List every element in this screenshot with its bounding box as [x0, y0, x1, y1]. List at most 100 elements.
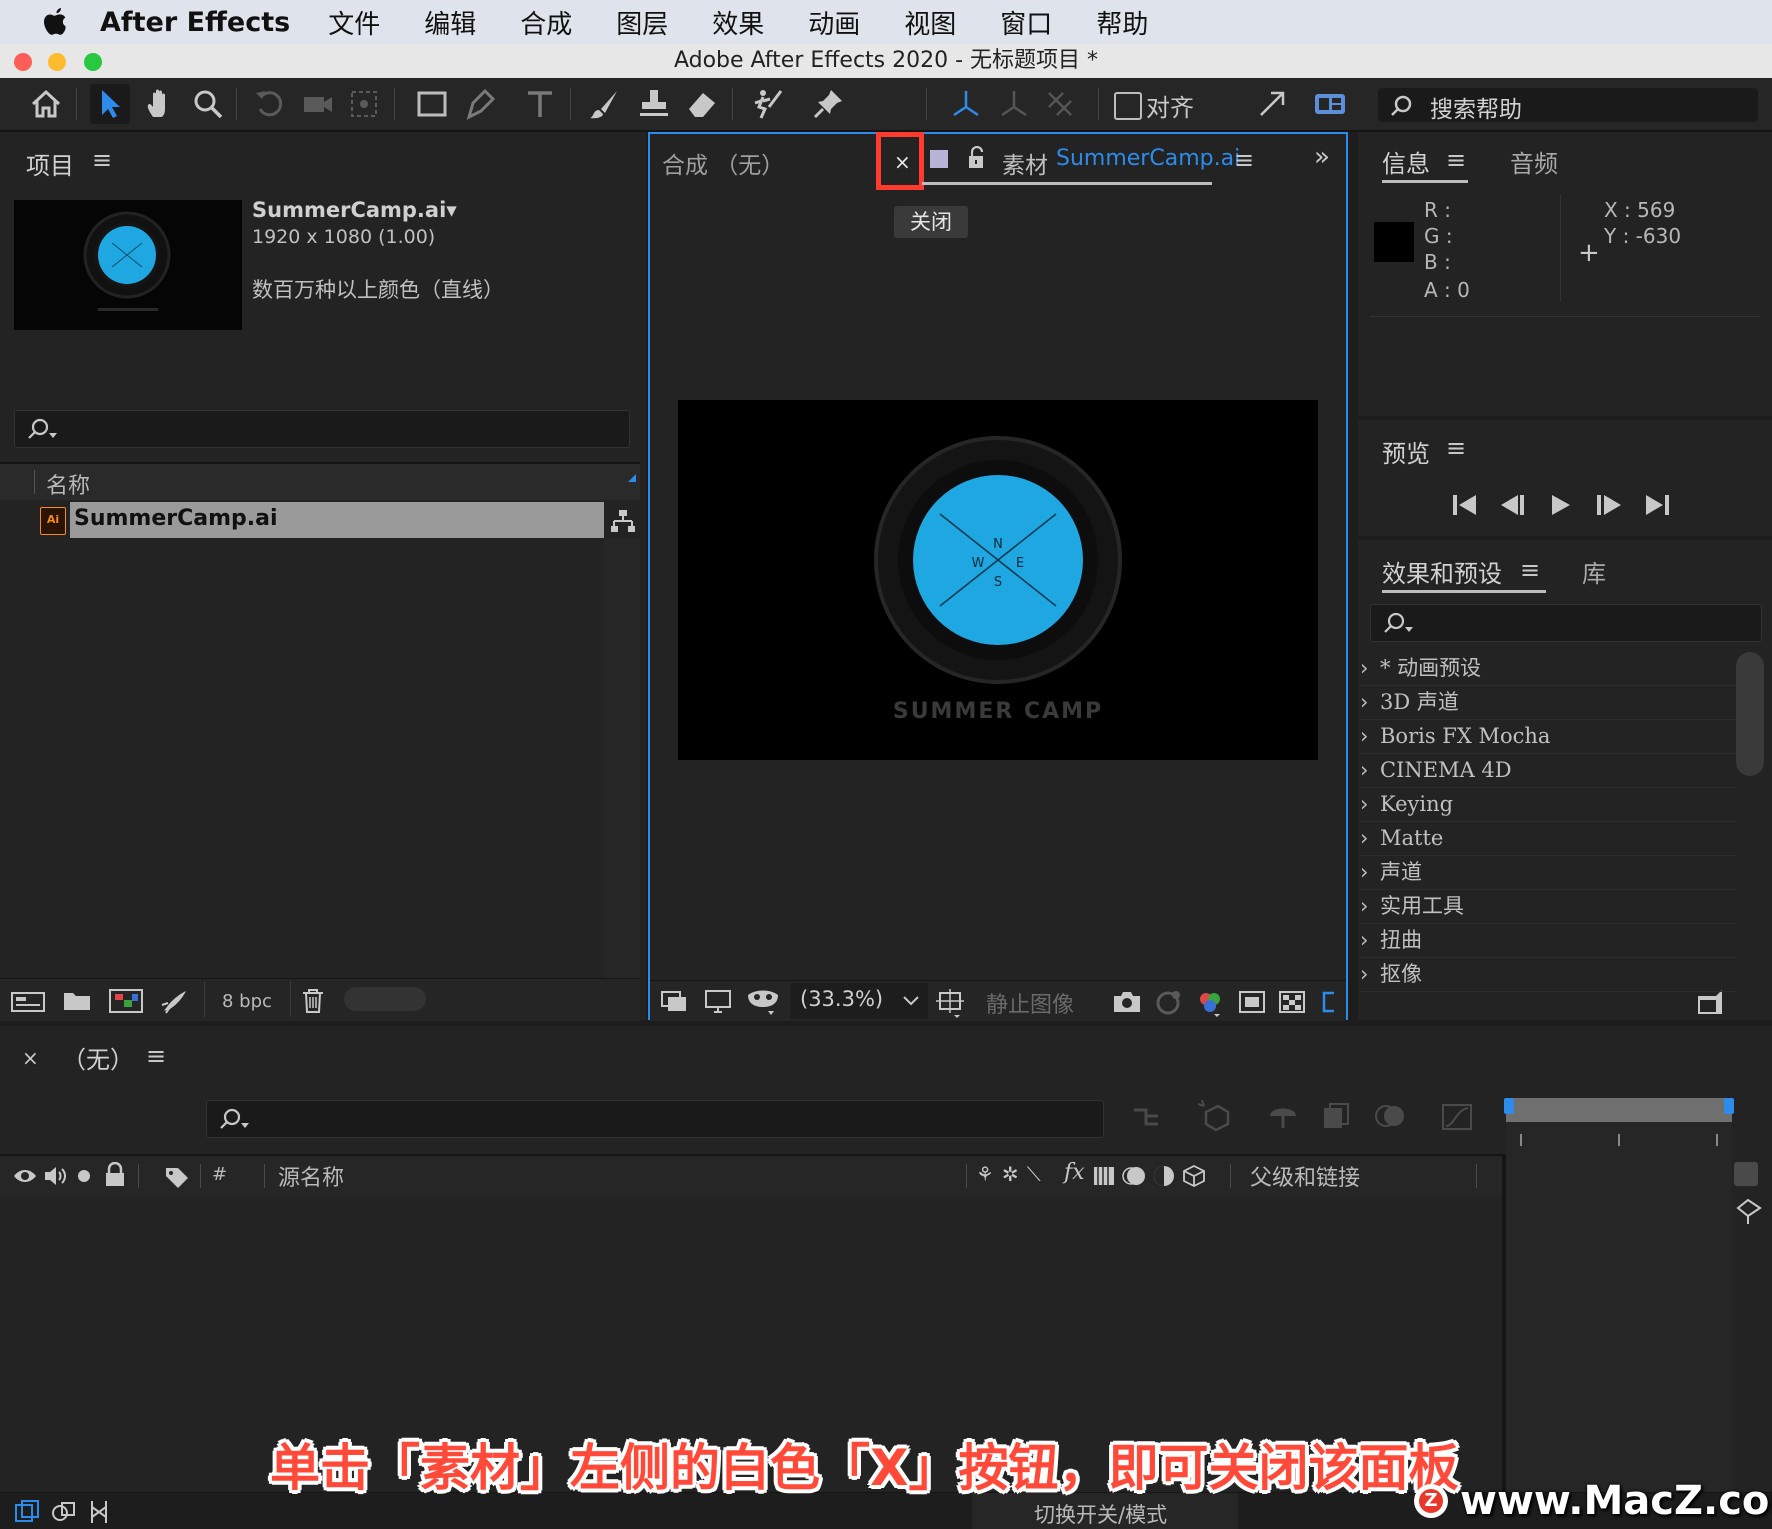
new-folder-icon[interactable]: [62, 989, 92, 1013]
play-icon[interactable]: [1548, 492, 1574, 518]
library-tab[interactable]: 库: [1582, 554, 1606, 589]
flowchart-icon[interactable]: [610, 508, 636, 534]
mask-visibility-icon[interactable]: [746, 987, 780, 1017]
frame-blend-switch-icon[interactable]: [1092, 1164, 1116, 1188]
timeline-zoom-icon[interactable]: [1734, 1162, 1758, 1186]
bit-depth-button[interactable]: 8 bpc: [222, 991, 272, 1012]
pan-behind-tool-icon[interactable]: [344, 84, 384, 124]
project-scrollbar[interactable]: [604, 538, 640, 978]
3d-layer-icon[interactable]: [1182, 1164, 1206, 1188]
motion-blur-icon[interactable]: [1374, 1100, 1408, 1132]
always-preview-icon[interactable]: [660, 989, 690, 1015]
menu-view[interactable]: 视图: [904, 4, 956, 41]
pen-tool-icon[interactable]: [460, 84, 500, 124]
project-item-name[interactable]: SummerCamp.ai: [74, 506, 278, 531]
panel-overflow-icon[interactable]: »: [1314, 142, 1330, 172]
previous-frame-icon[interactable]: [1498, 492, 1528, 518]
project-panel-title[interactable]: 项目: [26, 146, 74, 181]
close-footage-tab-button[interactable]: ×: [894, 150, 911, 174]
in-out-pane-icon[interactable]: [86, 1499, 112, 1525]
menu-animation[interactable]: 动画: [808, 4, 860, 41]
motion-blur-switch-icon[interactable]: [1122, 1164, 1146, 1188]
timeline-search-input[interactable]: [206, 1100, 1104, 1138]
new-composition-icon[interactable]: [108, 987, 144, 1015]
monitor-icon[interactable]: [704, 989, 732, 1015]
menu-file[interactable]: 文件: [328, 4, 380, 41]
timeline-menu-icon[interactable]: ≡: [146, 1042, 166, 1070]
reset-exposure-icon[interactable]: [1320, 989, 1340, 1015]
render-queue-icon[interactable]: [160, 987, 190, 1015]
selection-tool-icon[interactable]: [90, 84, 130, 124]
effects-category-utility[interactable]: › 实用工具: [1360, 890, 1736, 924]
info-tab[interactable]: 信息: [1382, 144, 1430, 179]
solo-icon[interactable]: [76, 1168, 92, 1184]
column-name-label[interactable]: 名称: [46, 468, 90, 500]
snapshot-camera-icon[interactable]: [1112, 989, 1142, 1015]
brush-tool-icon[interactable]: [584, 84, 624, 124]
adjustment-layer-icon[interactable]: [1152, 1164, 1176, 1188]
audio-icon[interactable]: [42, 1164, 68, 1188]
footage-tab-prefix[interactable]: 素材: [1002, 146, 1048, 180]
zoom-tool-icon[interactable]: [188, 84, 228, 124]
world-axis-mode-icon[interactable]: [994, 84, 1034, 124]
eraser-tool-icon[interactable]: [682, 84, 722, 124]
effects-category-animation-presets[interactable]: › * 动画预设: [1360, 652, 1736, 686]
layer-switches-icons[interactable]: ⚘✲⟍: [976, 1162, 1049, 1186]
effects-category-channel[interactable]: › 声道: [1360, 856, 1736, 890]
transparency-grid-icon[interactable]: [1278, 989, 1306, 1015]
trash-icon[interactable]: [300, 987, 326, 1015]
footage-menu-icon[interactable]: ≡: [1234, 146, 1254, 174]
unlock-icon[interactable]: [966, 146, 986, 170]
show-snapshot-icon[interactable]: [1154, 989, 1184, 1015]
effects-category-matte[interactable]: › Matte: [1360, 822, 1736, 856]
expand-toolbar-icon[interactable]: [1252, 84, 1292, 124]
effects-category-keying[interactable]: › Keying: [1360, 788, 1736, 822]
rectangle-tool-icon[interactable]: [412, 84, 452, 124]
effects-search-input[interactable]: [1370, 604, 1762, 642]
rotate-tool-icon[interactable]: [250, 84, 290, 124]
label-tag-icon[interactable]: [164, 1164, 190, 1188]
menu-composition[interactable]: 合成: [520, 4, 572, 41]
fast-preview-icon[interactable]: [1238, 989, 1266, 1015]
graph-editor-icon[interactable]: [1440, 1100, 1474, 1132]
menu-edit[interactable]: 编辑: [424, 4, 476, 41]
type-tool-icon[interactable]: [520, 84, 560, 124]
effects-category-distort[interactable]: › 扭曲: [1360, 924, 1736, 958]
help-search-input[interactable]: 搜索帮助: [1378, 88, 1758, 123]
lock-icon[interactable]: [104, 1162, 126, 1188]
footage-tab-name[interactable]: SummerCamp.ai: [1056, 146, 1240, 171]
hand-tool-icon[interactable]: [140, 84, 180, 124]
effects-category-cinema-4d[interactable]: › CINEMA 4D: [1360, 754, 1736, 788]
work-area-bar[interactable]: [1506, 1098, 1732, 1122]
effects-category-3d-channel[interactable]: › 3D 声道: [1360, 686, 1736, 720]
thumbnail-scroll-slider[interactable]: [344, 987, 426, 1011]
local-axis-mode-icon[interactable]: [946, 84, 986, 124]
first-frame-icon[interactable]: [1450, 492, 1480, 518]
composition-flowchart-icon[interactable]: [1132, 1102, 1166, 1132]
view-axis-mode-icon[interactable]: [1040, 84, 1080, 124]
time-ruler[interactable]: [1506, 1122, 1732, 1150]
new-preset-icon[interactable]: [1696, 988, 1724, 1016]
frame-blending-icon[interactable]: [1320, 1100, 1354, 1132]
transfer-controls-pane-icon[interactable]: [50, 1499, 76, 1525]
project-menu-icon[interactable]: ≡: [92, 146, 112, 174]
close-timeline-tab-button[interactable]: ×: [22, 1046, 39, 1070]
audio-tab[interactable]: 音频: [1510, 144, 1558, 179]
layer-switches-pane-icon[interactable]: [14, 1499, 40, 1525]
shy-layers-icon[interactable]: [1266, 1100, 1300, 1132]
eye-icon[interactable]: [12, 1166, 38, 1186]
menu-window[interactable]: 窗口: [1000, 4, 1052, 41]
work-area-start-handle[interactable]: [1504, 1098, 1514, 1114]
column-source-name[interactable]: 源名称: [278, 1160, 344, 1192]
zoom-select[interactable]: (33.3%): [790, 983, 928, 1019]
snapping-checkbox[interactable]: [1114, 92, 1142, 120]
camera-tool-icon[interactable]: [298, 84, 338, 124]
minimize-window-button[interactable]: [48, 53, 66, 71]
project-list-item[interactable]: Ai SummerCamp.ai: [0, 502, 640, 538]
project-search-input[interactable]: [14, 410, 630, 448]
effects-tab[interactable]: 效果和预设: [1382, 554, 1502, 589]
last-frame-icon[interactable]: [1642, 492, 1672, 518]
interpret-footage-icon[interactable]: [10, 989, 46, 1013]
effects-menu-icon[interactable]: ≡: [1520, 556, 1540, 584]
menu-app-name[interactable]: After Effects: [100, 7, 290, 38]
